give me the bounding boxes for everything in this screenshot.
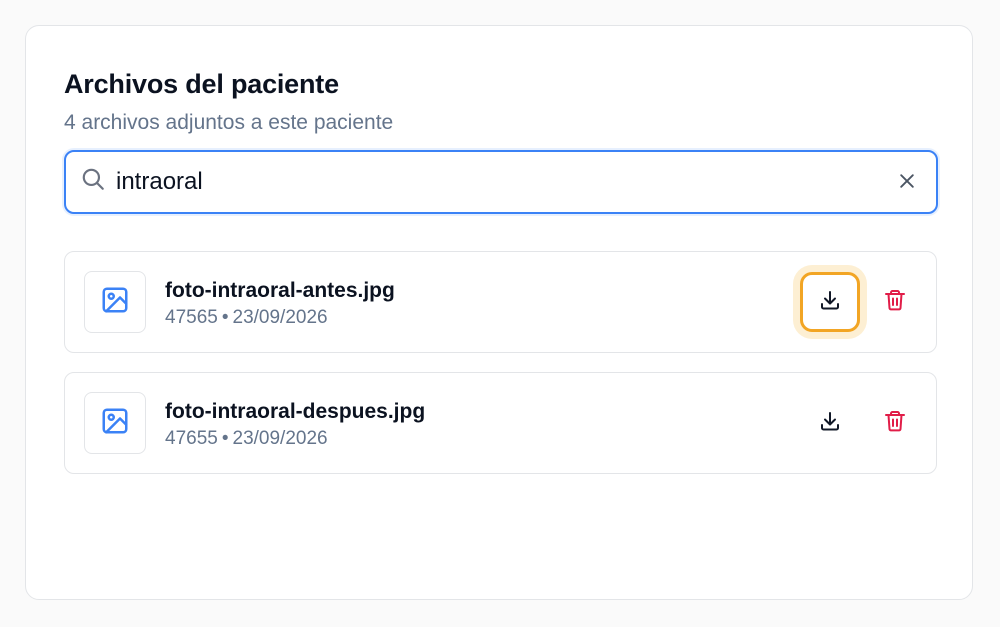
download-button[interactable] bbox=[800, 272, 860, 332]
delete-button[interactable] bbox=[875, 282, 915, 322]
image-icon bbox=[100, 285, 130, 320]
file-row: foto-intraoral-antes.jpg 47565 • 23/09/202… bbox=[64, 251, 937, 353]
search-icon bbox=[80, 166, 106, 192]
close-icon[interactable] bbox=[894, 168, 920, 194]
file-thumbnail bbox=[84, 392, 146, 454]
file-name: foto-intraoral-despues.jpg bbox=[165, 400, 426, 423]
file-name: foto-intraoral-antes.jpg bbox=[165, 279, 395, 302]
trash-icon bbox=[883, 288, 907, 317]
panel-subtitle: 4 archivos adjuntos a este paciente bbox=[64, 111, 394, 134]
meta-separator: • bbox=[221, 307, 229, 328]
search-input[interactable] bbox=[116, 160, 876, 204]
meta-separator: • bbox=[221, 428, 229, 449]
delete-button[interactable] bbox=[875, 403, 915, 443]
download-button[interactable] bbox=[800, 393, 860, 453]
download-icon bbox=[818, 409, 842, 438]
file-meta: 47565 • 23/09/2026 bbox=[165, 306, 328, 330]
trash-icon bbox=[883, 409, 907, 438]
file-date: 23/09/2026 bbox=[232, 428, 328, 449]
file-thumbnail bbox=[84, 271, 146, 333]
search-box[interactable] bbox=[64, 150, 938, 214]
patient-files-panel: Archivos del paciente 4 archivos adjunto… bbox=[25, 25, 973, 600]
download-icon bbox=[818, 288, 842, 317]
file-size: 47565 bbox=[165, 307, 218, 328]
image-icon bbox=[100, 406, 130, 441]
file-size: 47655 bbox=[165, 428, 218, 449]
file-row: foto-intraoral-despues.jpg 47655 • 23/09/2… bbox=[64, 372, 937, 474]
panel-title: Archivos del paciente bbox=[64, 69, 339, 99]
file-date: 23/09/2026 bbox=[232, 307, 328, 328]
file-meta: 47655 • 23/09/2026 bbox=[165, 427, 328, 451]
